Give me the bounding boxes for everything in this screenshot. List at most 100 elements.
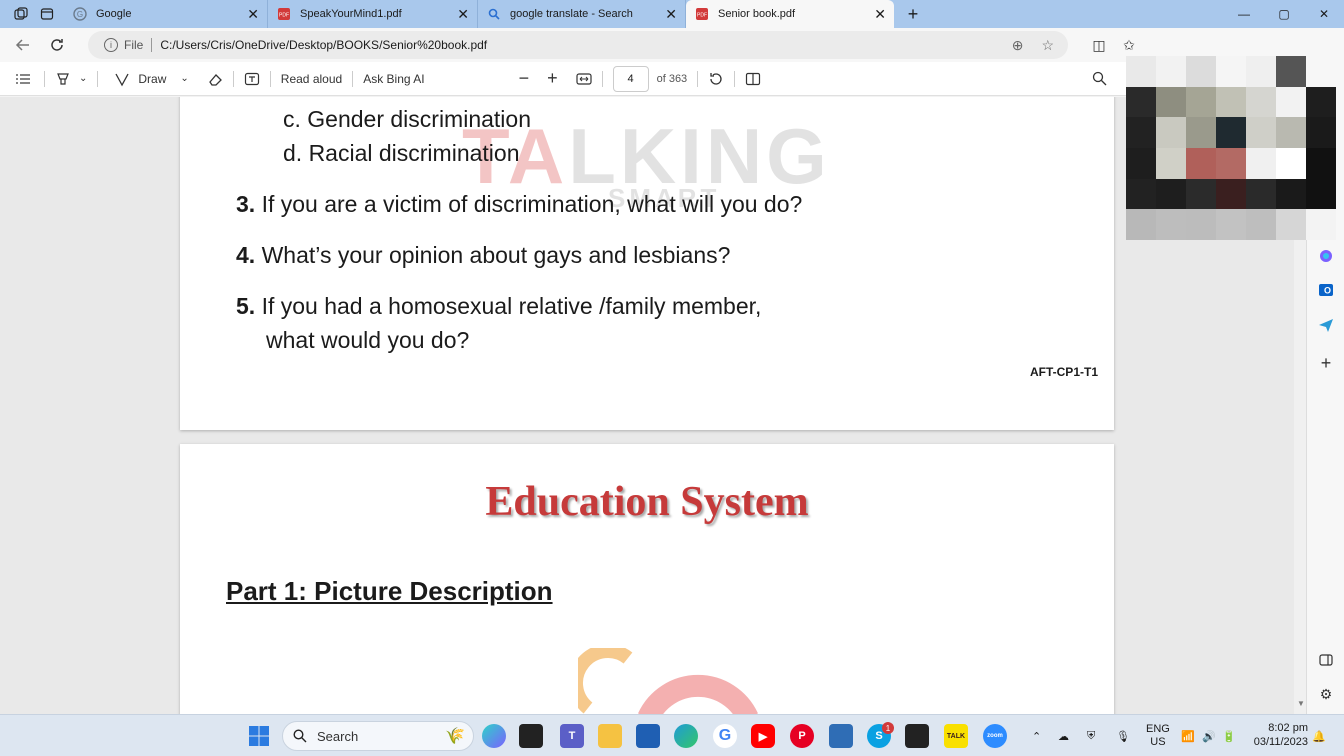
draw-label: Draw: [138, 71, 167, 86]
close-window-icon[interactable]: ✕: [1304, 0, 1344, 28]
favorite-star-icon[interactable]: ☆: [1041, 37, 1054, 54]
info-icon[interactable]: i: [104, 38, 118, 52]
copilot-icon[interactable]: [482, 724, 506, 748]
teams-icon[interactable]: T: [560, 724, 584, 748]
close-icon[interactable]: ✕: [665, 6, 677, 22]
skype-badge: 1: [882, 722, 894, 734]
windows-start-icon[interactable]: [247, 724, 271, 748]
tab-title: Senior book.pdf: [718, 8, 796, 20]
chrome-icon[interactable]: G: [713, 724, 737, 748]
copilot-icon[interactable]: [1316, 246, 1336, 266]
settings-gear-icon[interactable]: ⚙: [1316, 684, 1336, 704]
minimize-icon[interactable]: —: [1224, 0, 1264, 28]
question-3: 3. If you are a victim of discrimination…: [236, 191, 803, 217]
chevron-down-icon[interactable]: ⌄: [180, 73, 188, 84]
close-icon[interactable]: ✕: [874, 6, 886, 22]
language-code: ENG: [1146, 723, 1170, 735]
url-separator: [151, 38, 153, 52]
taskbar-search-input[interactable]: Search 🌾: [282, 721, 474, 751]
ask-bing-ai-button[interactable]: Ask Bing AI: [363, 62, 424, 96]
wifi-icon[interactable]: 📶: [1181, 715, 1195, 756]
back-icon[interactable]: [8, 30, 38, 60]
svg-text:PDF: PDF: [279, 13, 289, 19]
favorites-icon[interactable]: ✩: [1114, 31, 1144, 59]
kakaotalk-icon[interactable]: TALK: [944, 724, 968, 748]
search-icon: [293, 729, 307, 743]
pdf-icon: PDF: [694, 6, 710, 22]
sticky-notes-icon[interactable]: [905, 724, 929, 748]
chevron-down-icon[interactable]: ⌄: [79, 73, 87, 84]
scroll-down-icon[interactable]: ▼: [1297, 699, 1305, 708]
eraser-icon[interactable]: [207, 62, 223, 96]
outlook-icon[interactable]: O: [1316, 280, 1336, 300]
notepad-icon[interactable]: [829, 724, 853, 748]
security-icon[interactable]: ⛨: [1087, 715, 1095, 756]
onedrive-icon[interactable]: ☁: [1058, 715, 1069, 756]
add-icon[interactable]: +: [1316, 353, 1336, 373]
fit-to-width-icon[interactable]: [575, 62, 592, 96]
file-explorer-icon[interactable]: [598, 724, 622, 748]
battery-icon[interactable]: 🔋: [1222, 715, 1236, 756]
url-field[interactable]: i File C:/Users/Cris/OneDrive/Desktop/BO…: [88, 31, 1068, 59]
search-highlight-icon: 🌾: [445, 728, 465, 745]
url-text[interactable]: C:/Users/Cris/OneDrive/Desktop/BOOKS/Sen…: [160, 38, 487, 52]
microphone-icon[interactable]: 🎙: [1116, 715, 1130, 756]
draw-icon: [115, 73, 129, 86]
zoom-icon[interactable]: zoom: [983, 724, 1007, 748]
tab-actions-icon[interactable]: [34, 0, 60, 28]
workspaces-icon[interactable]: [8, 0, 34, 28]
search-icon: [486, 6, 502, 22]
svg-text:G: G: [77, 10, 83, 19]
split-screen-icon[interactable]: ◫: [1084, 31, 1114, 59]
region-code: US: [1150, 736, 1166, 748]
task-view-icon[interactable]: [519, 724, 543, 748]
search-icon[interactable]: [1092, 62, 1107, 96]
zoom-out-icon[interactable]: −: [519, 62, 530, 96]
draw-button[interactable]: Draw ⌄: [114, 62, 189, 96]
read-aloud-button[interactable]: Read aloud: [281, 62, 342, 96]
page-count: of 363: [656, 72, 688, 85]
pinterest-icon[interactable]: P: [790, 724, 814, 748]
zoom-icon[interactable]: ⊕: [1012, 37, 1024, 54]
refresh-icon[interactable]: [42, 30, 72, 60]
language-indicator[interactable]: ENG US: [1146, 715, 1170, 756]
pdf-page: Education System Part 1: Picture Descrip…: [180, 444, 1114, 714]
tab-google-translate-search[interactable]: google translate - Search ✕: [478, 0, 686, 28]
page-view-icon[interactable]: [745, 62, 761, 96]
store-icon[interactable]: [636, 724, 660, 748]
tab-senior-book[interactable]: PDF Senior book.pdf ✕: [686, 0, 894, 28]
text-box-icon[interactable]: [244, 62, 260, 96]
sidebar-toggle-icon[interactable]: [1316, 650, 1336, 670]
pdf-icon: PDF: [276, 6, 292, 22]
notifications-bell-icon[interactable]: 🔔: [1312, 715, 1326, 756]
tab-strip: G Google ✕ PDF SpeakYourMind1.pdf ✕ goog…: [0, 0, 1344, 28]
svg-text:O: O: [1324, 286, 1331, 296]
pdf-viewer[interactable]: TALKING SMART c. Gender discrimination d…: [0, 97, 1306, 714]
send-icon[interactable]: [1316, 315, 1336, 335]
rotate-icon[interactable]: [708, 62, 724, 96]
search-placeholder: Search: [317, 728, 359, 744]
answer-option: c. Gender discrimination: [283, 106, 531, 132]
highlight-icon[interactable]: ⌄: [55, 62, 87, 96]
tab-title: SpeakYourMind1.pdf: [300, 8, 402, 20]
tab-title: google translate - Search: [510, 8, 633, 20]
page-number-input[interactable]: 4: [612, 65, 649, 92]
edge-icon[interactable]: [674, 724, 698, 748]
youtube-icon[interactable]: ▶: [751, 724, 775, 748]
question-5: 5. If you had a homosexual relative /fam…: [236, 293, 762, 319]
zoom-in-icon[interactable]: +: [547, 62, 558, 96]
volume-icon[interactable]: 🔊: [1202, 715, 1216, 756]
close-icon[interactable]: ✕: [457, 6, 469, 22]
clock[interactable]: 8:02 pm 03/11/2023: [1254, 721, 1308, 749]
contents-icon[interactable]: [16, 62, 30, 96]
pdf-page: TALKING SMART c. Gender discrimination d…: [180, 97, 1114, 430]
section-title: Education System: [485, 479, 809, 525]
close-icon[interactable]: ✕: [247, 6, 259, 22]
tab-google[interactable]: G Google ✕: [64, 0, 268, 28]
question-4: 4. What’s your opinion about gays and le…: [236, 242, 731, 268]
maximize-icon[interactable]: ▢: [1264, 0, 1304, 28]
new-tab-icon[interactable]: +: [900, 0, 926, 28]
part-heading: Part 1: Picture Description: [226, 576, 553, 606]
show-hidden-icons-icon[interactable]: ⌃: [1032, 715, 1041, 756]
tab-speakyourmind[interactable]: PDF SpeakYourMind1.pdf ✕: [268, 0, 478, 28]
